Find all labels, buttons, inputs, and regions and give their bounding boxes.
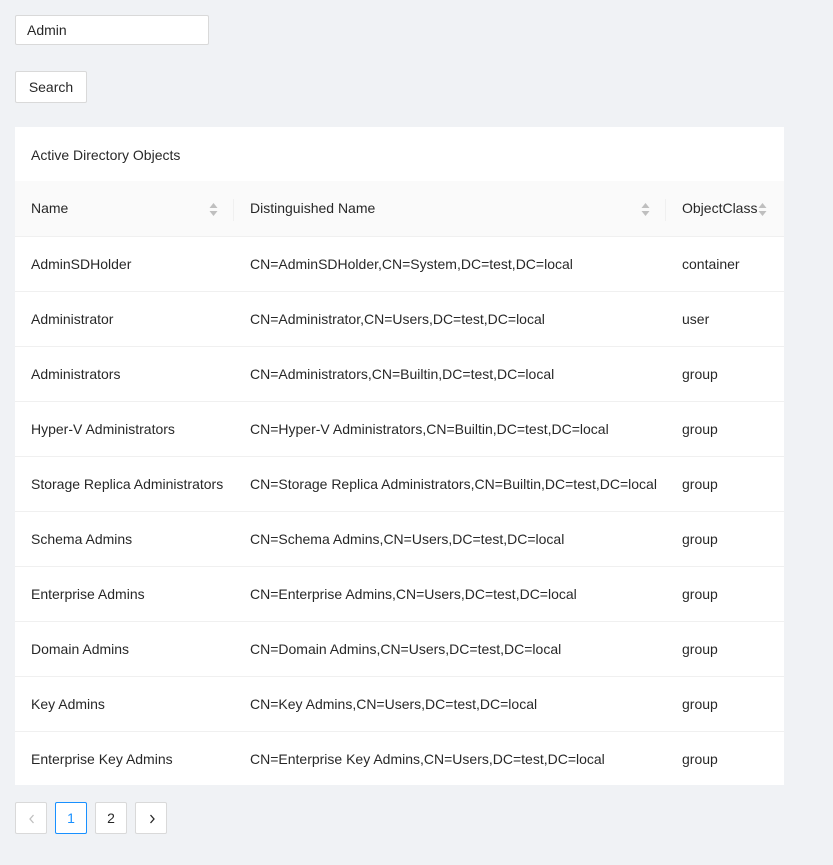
cell-distinguished-name: CN=Schema Admins,CN=Users,DC=test,DC=loc…: [234, 511, 666, 567]
page-2-button[interactable]: 2: [95, 802, 127, 834]
cell-objectclass: group: [666, 676, 784, 732]
ad-objects-table: Name Distinguished Name ObjectClass Admi…: [15, 181, 784, 785]
table-row: AdminSDHolder CN=AdminSDHolder,CN=System…: [15, 236, 784, 292]
search-input[interactable]: [15, 15, 209, 45]
ad-objects-card: Active Directory Objects Name Distinguis…: [15, 127, 784, 785]
cell-objectclass: user: [666, 291, 784, 347]
table-header-row: Name Distinguished Name ObjectClass: [15, 181, 784, 237]
column-header-name[interactable]: Name: [15, 181, 234, 237]
table-row: Hyper-V Administrators CN=Hyper-V Admini…: [15, 401, 784, 457]
table-row: Domain Admins CN=Domain Admins,CN=Users,…: [15, 621, 784, 677]
prev-page-button[interactable]: [15, 802, 47, 834]
column-header-label: ObjectClass: [682, 200, 758, 217]
search-button[interactable]: Search: [15, 71, 87, 103]
cell-distinguished-name: CN=Key Admins,CN=Users,DC=test,DC=local: [234, 676, 666, 732]
chevron-right-icon: [150, 814, 155, 824]
cell-objectclass: group: [666, 621, 784, 677]
cell-name: Key Admins: [15, 676, 234, 732]
next-page-button[interactable]: [135, 802, 167, 834]
table-row: Administrators CN=Administrators,CN=Buil…: [15, 346, 784, 402]
cell-name: Enterprise Admins: [15, 566, 234, 622]
cell-objectclass: group: [666, 401, 784, 457]
column-header-label: Name: [31, 200, 69, 217]
column-header-objectclass[interactable]: ObjectClass: [666, 181, 784, 237]
cell-distinguished-name: CN=Enterprise Key Admins,CN=Users,DC=tes…: [250, 750, 605, 767]
table-row: Enterprise Key Admins CN=Enterprise Key …: [15, 731, 784, 785]
cell-distinguished-name: CN=Administrators,CN=Builtin,DC=test,DC=…: [234, 346, 666, 402]
cell-objectclass: group: [682, 750, 718, 767]
table-row: Schema Admins CN=Schema Admins,CN=Users,…: [15, 511, 784, 567]
sort-icon[interactable]: [758, 203, 767, 216]
cell-objectclass: group: [666, 346, 784, 402]
cell-name: Enterprise Key Admins: [31, 750, 173, 767]
chevron-left-icon: [29, 814, 34, 824]
cell-distinguished-name: CN=Storage Replica Administrators,CN=Bui…: [234, 456, 666, 512]
column-header-label: Distinguished Name: [250, 200, 376, 217]
sort-icon[interactable]: [641, 203, 650, 216]
sort-icon[interactable]: [209, 203, 218, 216]
cell-name: Schema Admins: [15, 511, 234, 567]
cell-name: Administrators: [15, 346, 234, 402]
cell-distinguished-name: CN=Hyper-V Administrators,CN=Builtin,DC=…: [234, 401, 666, 457]
cell-name: Administrator: [15, 291, 234, 347]
cell-objectclass: group: [666, 511, 784, 567]
cell-distinguished-name: CN=Domain Admins,CN=Users,DC=test,DC=loc…: [234, 621, 666, 677]
page-1-button[interactable]: 1: [55, 802, 87, 834]
table-row: Enterprise Admins CN=Enterprise Admins,C…: [15, 566, 784, 622]
cell-distinguished-name: CN=AdminSDHolder,CN=System,DC=test,DC=lo…: [234, 236, 666, 292]
cell-name: Domain Admins: [15, 621, 234, 677]
cell-name: Storage Replica Administrators: [15, 456, 234, 512]
cell-name: Hyper-V Administrators: [15, 401, 234, 457]
cell-name: AdminSDHolder: [15, 236, 234, 292]
cell-objectclass: container: [666, 236, 784, 292]
cell-distinguished-name: CN=Administrator,CN=Users,DC=test,DC=loc…: [234, 291, 666, 347]
column-header-distinguished-name[interactable]: Distinguished Name: [234, 181, 666, 237]
table-row: Storage Replica Administrators CN=Storag…: [15, 456, 784, 512]
card-title: Active Directory Objects: [31, 147, 181, 163]
cell-distinguished-name: CN=Enterprise Admins,CN=Users,DC=test,DC…: [234, 566, 666, 622]
cell-objectclass: group: [666, 566, 784, 622]
table-row: Key Admins CN=Key Admins,CN=Users,DC=tes…: [15, 676, 784, 732]
table-row: Administrator CN=Administrator,CN=Users,…: [15, 291, 784, 347]
cell-objectclass: group: [666, 456, 784, 512]
